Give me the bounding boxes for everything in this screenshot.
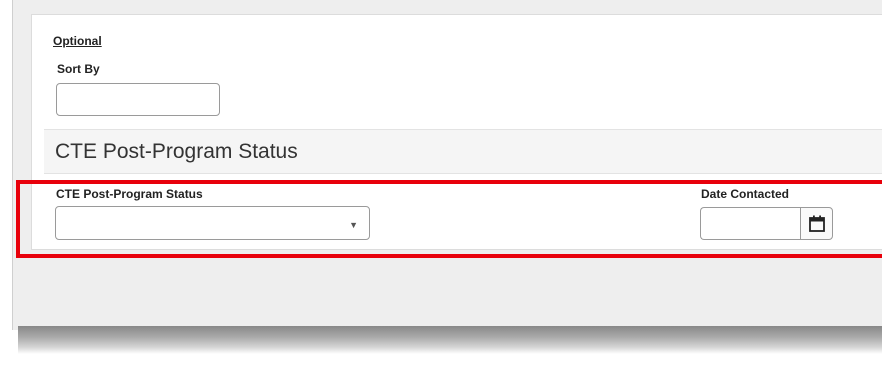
highlight-box [16, 180, 882, 258]
optional-section-link[interactable]: Optional [53, 34, 102, 48]
sort-by-label: Sort By [57, 62, 100, 76]
section-title: CTE Post-Program Status [55, 140, 298, 163]
sort-by-input[interactable] [56, 83, 220, 116]
bottom-shadow [18, 326, 882, 354]
